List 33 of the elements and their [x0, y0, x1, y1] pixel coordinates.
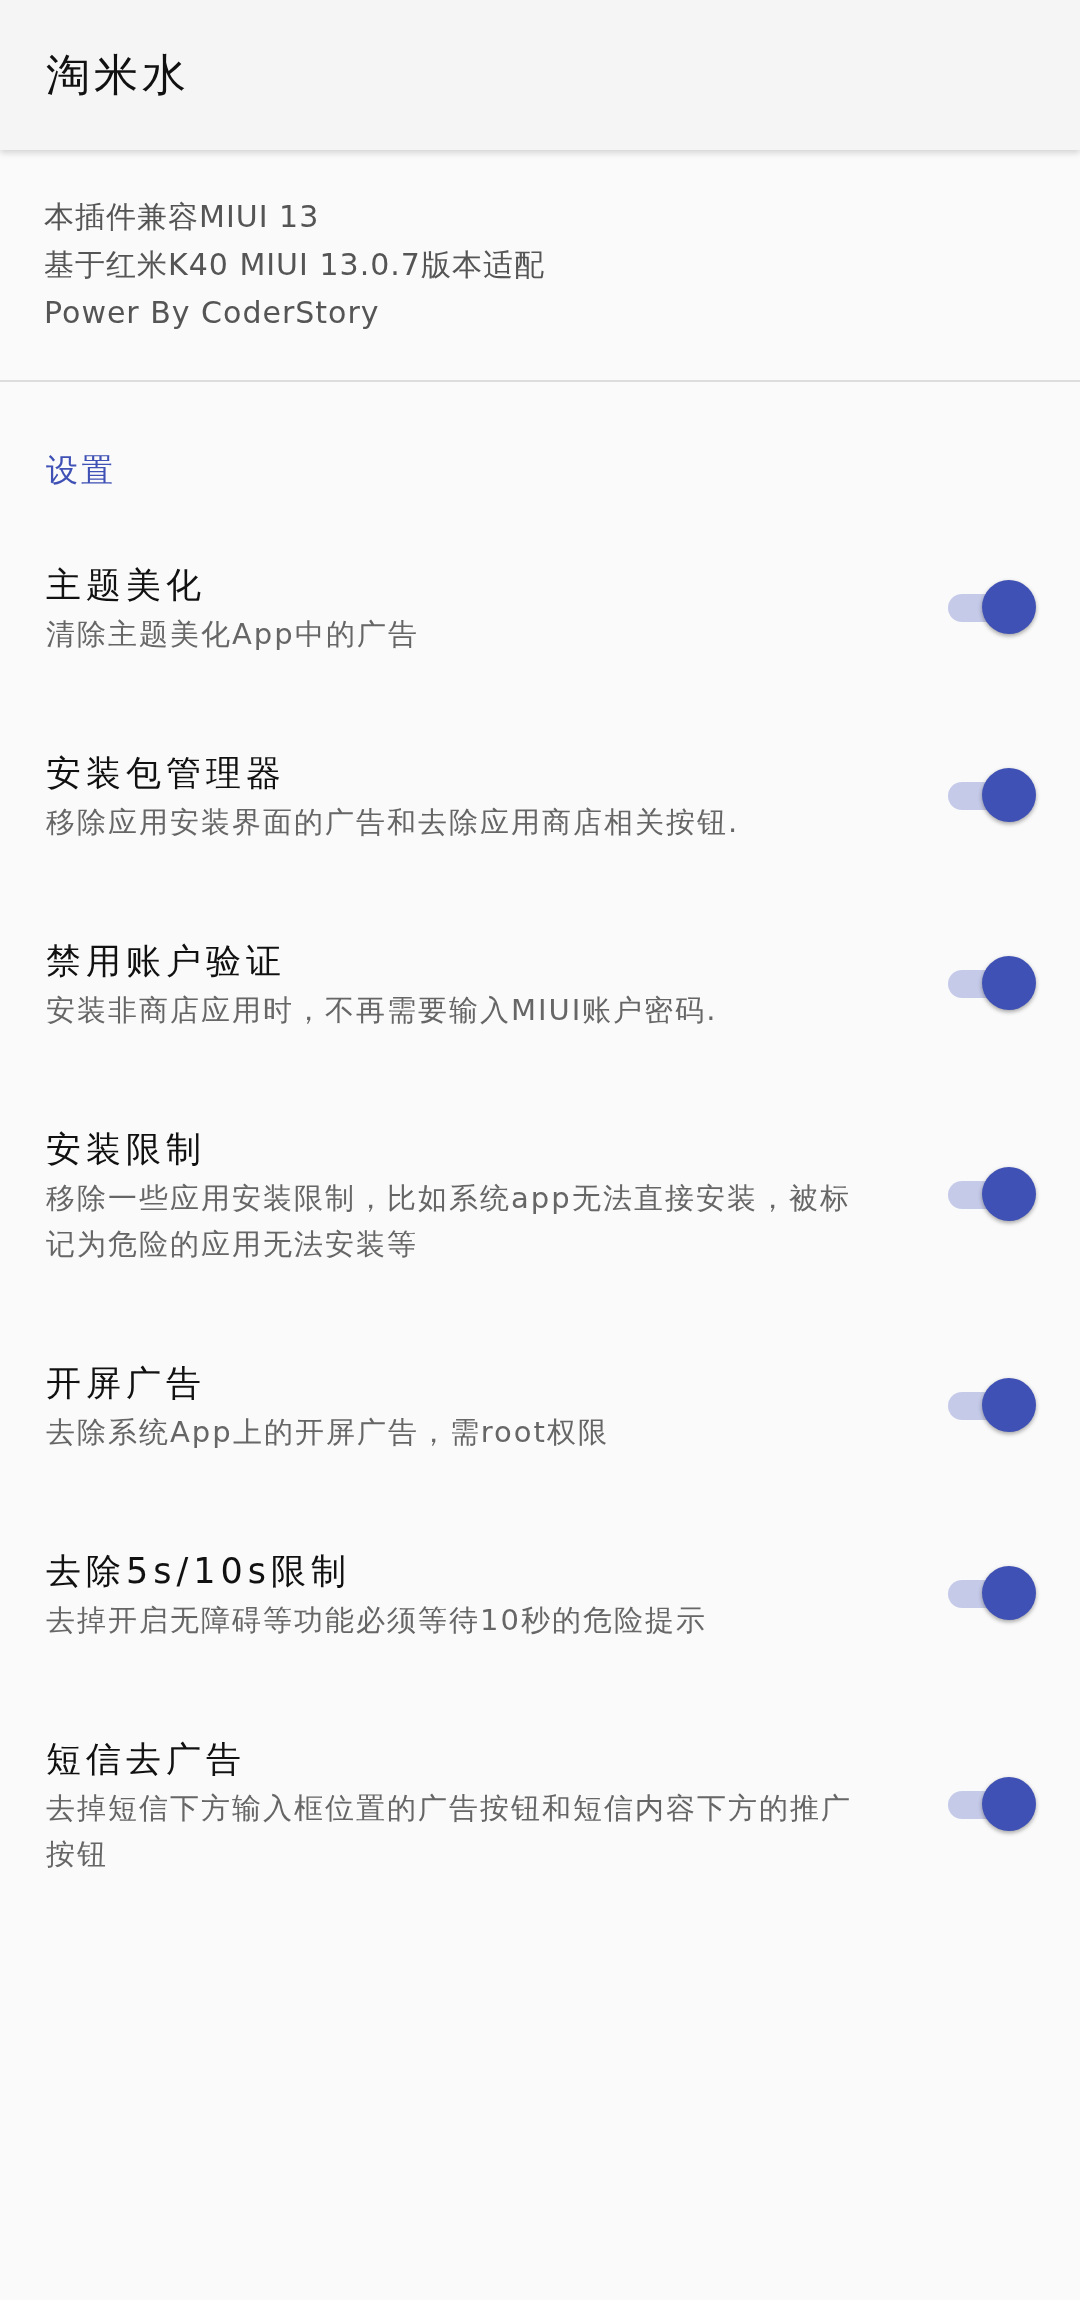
- setting-summary: 移除一些应用安装限制，比如系统app无法直接安装，被标记为危险的应用无法安装等: [46, 1180, 852, 1263]
- setting-title: 短信去广告: [46, 1738, 247, 1781]
- setting-item[interactable]: 禁用账户验证 安装非商店应用时，不再需要输入MIUI账户密码.: [0, 890, 1080, 1078]
- setting-title: 主题美化: [46, 564, 207, 607]
- setting-title: 安装限制: [46, 1128, 207, 1171]
- section-header: 设置: [45, 450, 117, 491]
- setting-summary: 去掉短信下方输入框位置的广告按钮和短信内容下方的推广按钮: [46, 1790, 853, 1873]
- app-title: 淘米水: [46, 47, 190, 102]
- setting-summary: 清除主题美化App中的广告: [46, 616, 420, 653]
- setting-summary: 去除系统App上的开屏广告，需root权限: [46, 1414, 610, 1451]
- setting-item[interactable]: 安装限制 移除一些应用安装限制，比如系统app无法直接安装，被标记为危险的应用无法安装等: [0, 1078, 1080, 1312]
- toggle-switch[interactable]: [948, 768, 1038, 824]
- setting-title: 安装包管理器: [46, 752, 287, 795]
- setting-item[interactable]: 短信去广告 去掉短信下方输入框位置的广告按钮和短信内容下方的推广按钮: [0, 1688, 1080, 1922]
- setting-item[interactable]: 去除5s/10s限制 去掉开启无障碍等功能必须等待10秒的危险提示: [0, 1500, 1080, 1688]
- setting-title: 去除5s/10s限制: [46, 1550, 353, 1593]
- setting-item[interactable]: 开屏广告 去除系统App上的开屏广告，需root权限: [0, 1312, 1080, 1500]
- info-text: Power By CoderStory: [44, 294, 381, 332]
- info-text: 基于红米K40 MIUI 13.0.7版本适配: [44, 246, 546, 284]
- setting-summary: 安装非商店应用时，不再需要输入MIUI账户密码.: [46, 992, 719, 1029]
- setting-summary: 移除应用安装界面的广告和去除应用商店相关按钮.: [46, 804, 741, 841]
- toggle-switch[interactable]: [948, 580, 1038, 636]
- setting-title: 禁用账户验证: [46, 940, 287, 983]
- toggle-switch[interactable]: [948, 956, 1038, 1012]
- setting-item[interactable]: 安装包管理器 移除应用安装界面的广告和去除应用商店相关按钮.: [0, 702, 1080, 890]
- info-text: 本插件兼容MIUI 13: [44, 198, 321, 236]
- setting-title: 开屏广告: [46, 1362, 207, 1405]
- setting-summary: 去掉开启无障碍等功能必须等待10秒的危险提示: [46, 1602, 708, 1639]
- setting-item[interactable]: 主题美化 清除主题美化App中的广告: [0, 514, 1080, 702]
- toggle-switch[interactable]: [948, 1167, 1038, 1223]
- toggle-switch[interactable]: [948, 1378, 1038, 1434]
- toggle-switch[interactable]: [948, 1777, 1038, 1833]
- toggle-switch[interactable]: [948, 1566, 1038, 1622]
